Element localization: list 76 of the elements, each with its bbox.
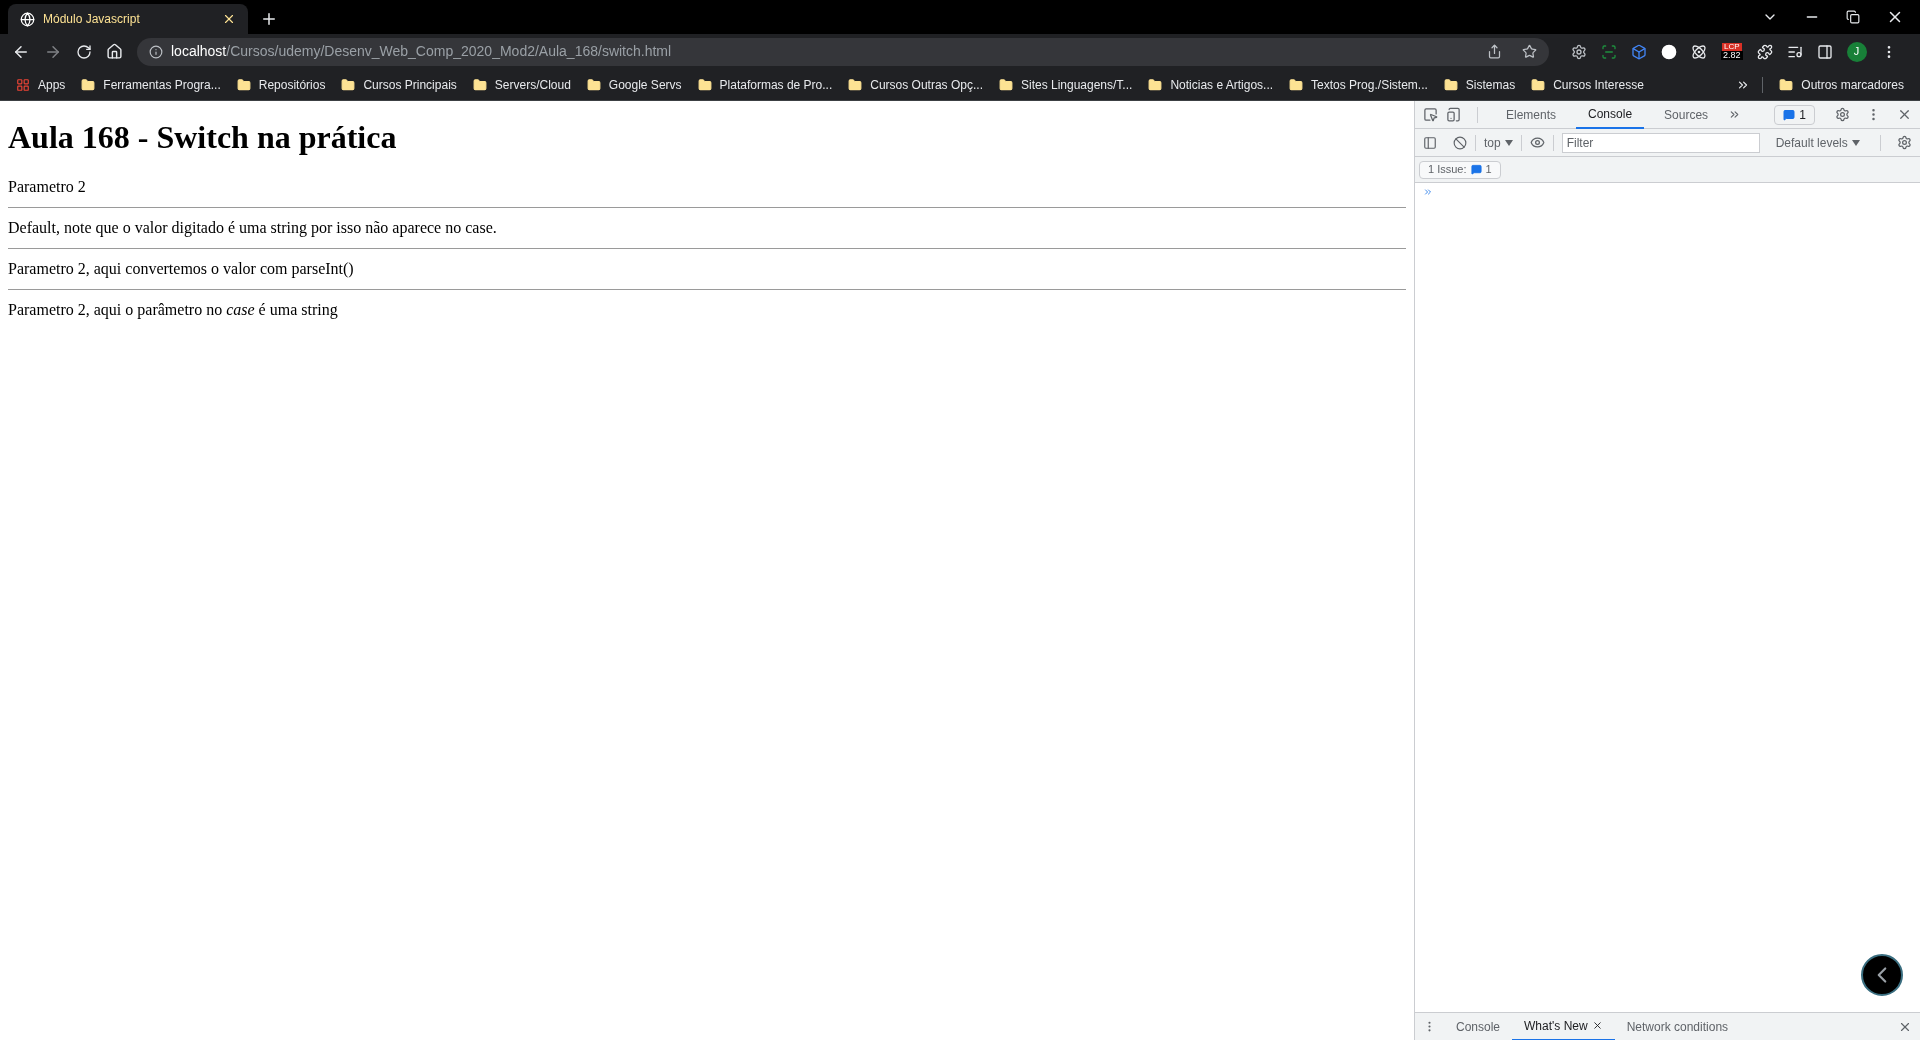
drawer-tab[interactable]: Network conditions <box>1614 1012 1741 1040</box>
folder-icon <box>1289 77 1304 92</box>
devtools-tab[interactable]: Sources <box>1652 100 1721 129</box>
reload-icon[interactable] <box>76 43 92 60</box>
folder-icon <box>81 77 96 92</box>
bookmark-item[interactable]: Repositórios <box>258 75 326 94</box>
close-icon[interactable] <box>1591 1020 1603 1031</box>
side-panel-icon[interactable] <box>1816 43 1833 60</box>
box-icon[interactable] <box>1631 43 1647 60</box>
bookmark-item[interactable]: Cursos Outras Opç... <box>870 75 983 94</box>
atom-icon[interactable] <box>1691 43 1707 60</box>
bookmark-item[interactable]: Google Servs <box>608 75 682 94</box>
address-bar[interactable]: localhost/Cursos/udemy/Desenv_Web_Comp_2020_Mod2/Aula_168/switch.html <box>137 37 1549 66</box>
message-icon <box>1783 108 1796 121</box>
folder-icon <box>697 77 712 92</box>
settings-icon[interactable] <box>1835 107 1850 122</box>
device-icon[interactable] <box>1446 107 1461 122</box>
page-paragraph: Parametro 2, aqui o parâmetro no case é uma string <box>8 300 339 321</box>
folder-icon <box>998 77 1013 92</box>
bookmark-item[interactable]: Outros marcadores <box>1801 75 1904 94</box>
prompt-icon <box>1423 187 1433 197</box>
inspect-icon[interactable] <box>1423 107 1438 122</box>
message-icon <box>1470 164 1482 175</box>
page-heading: Aula 168 - Switch na prática <box>8 118 398 157</box>
devtools-tab[interactable]: Elements <box>1494 100 1569 129</box>
bookmark-item[interactable]: Textos Prog./Sistem... <box>1311 75 1428 94</box>
globe-icon <box>20 11 35 27</box>
caret-icon <box>1851 139 1860 146</box>
page-paragraph: Parametro 2 <box>8 177 87 197</box>
messages-badge[interactable]: 1 <box>1774 104 1815 125</box>
folder-icon <box>1779 77 1794 92</box>
puzzle-icon[interactable] <box>1756 43 1773 60</box>
bookmark-item[interactable]: Noticias e Artigos... <box>1170 75 1274 94</box>
star-icon[interactable] <box>1522 44 1537 59</box>
close-icon[interactable] <box>222 12 236 26</box>
bookmark-item[interactable]: Apps <box>38 75 66 94</box>
filter-field[interactable]: Filter <box>1561 132 1760 153</box>
settings-icon[interactable] <box>1897 135 1912 150</box>
levels-dropdown[interactable]: Default levels <box>1775 133 1860 152</box>
issues-badge[interactable]: 1 Issue: 1 <box>1419 160 1501 179</box>
context-dropdown[interactable]: top <box>1484 133 1513 152</box>
apps-icon <box>16 77 30 92</box>
clear-icon[interactable] <box>1453 135 1467 150</box>
bookmark-item[interactable]: Ferramentas Progra... <box>103 75 221 94</box>
folder-icon <box>472 77 487 92</box>
folder-icon <box>1443 77 1458 92</box>
home-icon[interactable] <box>106 43 123 60</box>
bookmark-item[interactable]: Cursos Interesse <box>1553 75 1644 94</box>
caret-icon <box>1504 139 1513 146</box>
bookmark-item[interactable]: Sites Linguagens/T... <box>1020 75 1133 94</box>
bookmark-item[interactable]: Servers/Cloud <box>494 75 571 94</box>
new-tab-icon[interactable] <box>260 10 278 28</box>
bookmark-item[interactable]: Cursos Principais <box>363 75 457 94</box>
folder-icon <box>1531 77 1546 92</box>
folder-icon <box>848 77 863 92</box>
sidebar-icon[interactable] <box>1423 135 1437 150</box>
restore-icon[interactable] <box>1846 10 1860 24</box>
page-paragraph: Parametro 2, aqui convertemos o valor com parseInt() <box>8 259 355 280</box>
profile-avatar[interactable]: J <box>1846 41 1867 62</box>
bookmark-item[interactable]: Sistemas <box>1465 75 1516 94</box>
gear-icon[interactable] <box>1571 43 1587 60</box>
browser-tab[interactable]: Módulo Javascript <box>8 4 248 34</box>
folder-icon <box>236 77 251 92</box>
back-button[interactable] <box>1861 954 1903 996</box>
drawer-tab[interactable]: Console <box>1444 1012 1513 1040</box>
share-icon[interactable] <box>1487 44 1502 59</box>
folder-icon <box>586 77 601 92</box>
circle-icon[interactable] <box>1661 43 1677 60</box>
folder-icon <box>1148 77 1163 92</box>
bookmark-item[interactable]: Plataformas de Pro... <box>719 75 833 94</box>
drawer-tab[interactable]: What's New <box>1512 1012 1615 1040</box>
folder-icon <box>341 77 356 92</box>
eye-icon[interactable] <box>1529 135 1545 150</box>
scan-icon[interactable] <box>1601 43 1617 60</box>
info-icon[interactable] <box>149 44 163 59</box>
page-paragraph: Default, note que o valor digitado é uma string por isso não aparece no case. <box>8 218 498 239</box>
